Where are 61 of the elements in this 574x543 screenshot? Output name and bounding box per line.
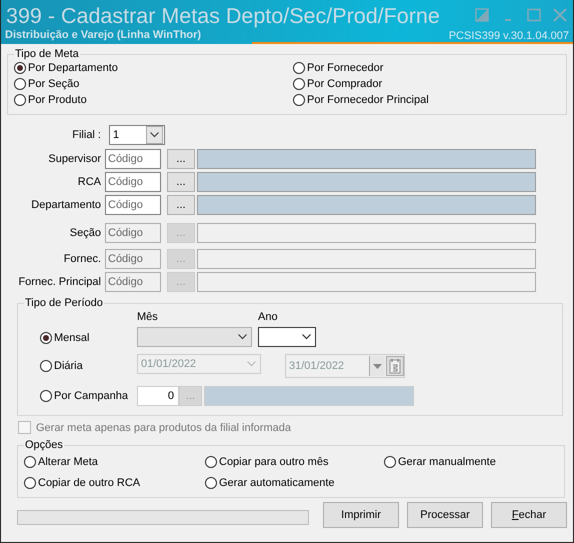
radio-button[interactable]: Por Campanha (40, 390, 128, 402)
field-label: Fornec. (62, 253, 102, 265)
year-dropdown[interactable] (258, 327, 316, 347)
group-legend: Opções (24, 439, 64, 451)
radio-button[interactable]: Alterar Meta (24, 456, 98, 468)
calendar-icon[interactable] (386, 356, 404, 376)
field-label: RCA (76, 176, 102, 188)
field-label: Supervisor (47, 153, 102, 165)
radio-icon[interactable] (40, 390, 52, 402)
radio-icon[interactable] (293, 62, 305, 74)
radio-icon[interactable] (24, 456, 36, 468)
action-button[interactable]: Imprimir (323, 502, 399, 528)
code-field[interactable]: Código (105, 149, 161, 169)
radio-icon[interactable] (14, 94, 26, 106)
code-field[interactable]: Código (105, 195, 161, 215)
code-field[interactable]: Código (105, 172, 161, 192)
radio-icon[interactable] (205, 476, 217, 488)
radio-button[interactable]: Gerar manualmente (384, 456, 496, 468)
month-label: Mês (137, 311, 159, 323)
field-label: Departamento (30, 199, 102, 211)
search-button[interactable]: ... (167, 149, 195, 169)
radio-button[interactable]: Gerar automaticamente (205, 476, 335, 488)
radio-icon[interactable] (293, 94, 305, 106)
radio-button[interactable]: Por Seção (14, 76, 293, 92)
radio-icon[interactable] (384, 456, 396, 468)
field-label: Seção (68, 227, 102, 239)
radio-button[interactable]: Por Produto (14, 92, 293, 108)
radio-button[interactable]: Por Departamento (14, 60, 293, 76)
action-button[interactable]: Fechar (491, 502, 567, 528)
radio-button[interactable]: Mensal (40, 332, 90, 344)
radio-button[interactable]: Por Comprador (293, 76, 560, 92)
radio-icon[interactable] (14, 78, 26, 90)
version-label: PCSIS399 v.30.1.04.007 (448, 30, 569, 42)
field-label: Fornec. Principal (17, 276, 102, 288)
radio-icon[interactable] (293, 78, 305, 90)
group-legend: Tipo de Meta (14, 48, 80, 60)
chevron-down-icon[interactable] (238, 334, 247, 340)
radio-icon[interactable] (24, 476, 36, 488)
checkbox-label: Gerar meta apenas para produtos da filial informada (36, 422, 291, 434)
chevron-down-icon[interactable] (302, 334, 311, 340)
radio-button[interactable]: Diária (40, 360, 83, 372)
window-title: 399 - Cadastrar Metas Depto/Sec/Prod/Forne (6, 4, 440, 29)
chevron-down-icon[interactable] (150, 132, 159, 138)
field-label: Filial : (71, 129, 102, 141)
search-button[interactable]: ... (167, 195, 195, 215)
radio-icon[interactable] (40, 360, 52, 372)
branch-dropdown[interactable]: 1 (109, 125, 165, 145)
search-button[interactable]: ... (167, 172, 195, 192)
radio-button[interactable]: Copiar para outro mês (205, 456, 328, 468)
radio-icon[interactable] (205, 456, 217, 468)
year-label: Ano (258, 311, 278, 323)
radio-icon[interactable] (40, 332, 52, 344)
window-subtitle: Distribuição e Varejo (Linha WinThor) (5, 29, 202, 41)
dropdown-icon[interactable] (369, 356, 385, 376)
campaign-field[interactable]: 0 (137, 386, 179, 406)
radio-button[interactable]: Por Fornecedor Principal (293, 92, 560, 108)
action-button[interactable]: Processar (407, 502, 483, 528)
group-legend: Tipo de Período (24, 297, 104, 309)
radio-button[interactable]: Por Fornecedor (293, 60, 560, 76)
radio-icon[interactable] (14, 62, 26, 74)
radio-button[interactable]: Copiar de outro RCA (24, 476, 140, 488)
